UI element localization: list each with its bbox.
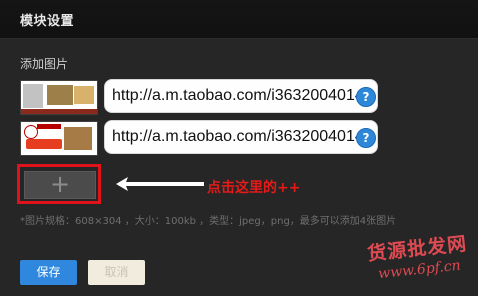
thumbnail-strip bbox=[21, 109, 97, 114]
add-image-label: 添加图片 bbox=[20, 57, 69, 71]
header-bar: 模块设置 bbox=[0, 0, 478, 39]
thumbnail-title-bar bbox=[37, 124, 61, 129]
save-button[interactable]: 保存 bbox=[20, 260, 77, 285]
arrow-left-icon bbox=[116, 177, 204, 191]
thumbnail-photo bbox=[64, 127, 92, 150]
question-circle-icon[interactable]: ? bbox=[356, 87, 376, 107]
thumbnail-shape bbox=[23, 84, 43, 108]
image-row-1: http://a.m.taobao.com/i3632004014 ? bbox=[20, 79, 380, 115]
add-image-button[interactable]: + bbox=[24, 171, 96, 199]
image-thumbnail-1[interactable] bbox=[20, 80, 98, 115]
cancel-button[interactable]: 取消 bbox=[88, 260, 145, 285]
image-thumbnail-2[interactable] bbox=[20, 121, 98, 156]
question-circle-icon[interactable]: ? bbox=[356, 128, 376, 148]
thumbnail-tag bbox=[26, 139, 62, 149]
image-row-2: http://a.m.taobao.com/i3632004014 ? bbox=[20, 120, 380, 156]
image-url-input-2[interactable]: http://a.m.taobao.com/i3632004014 bbox=[104, 120, 378, 154]
page-title: 模块设置 bbox=[20, 14, 75, 29]
image-spec-hint: *图片规格：608×304 ，大小：100kb ，类型：jpeg，png，最多可… bbox=[20, 216, 397, 227]
add-image-highlight: + bbox=[17, 164, 101, 204]
instruction-text: 点击这里的++ bbox=[207, 180, 301, 196]
thumbnail-shape bbox=[47, 85, 73, 105]
thumbnail-shape bbox=[74, 86, 94, 104]
image-url-input-1[interactable]: http://a.m.taobao.com/i3632004014 bbox=[104, 79, 378, 113]
logo-icon bbox=[24, 125, 38, 139]
